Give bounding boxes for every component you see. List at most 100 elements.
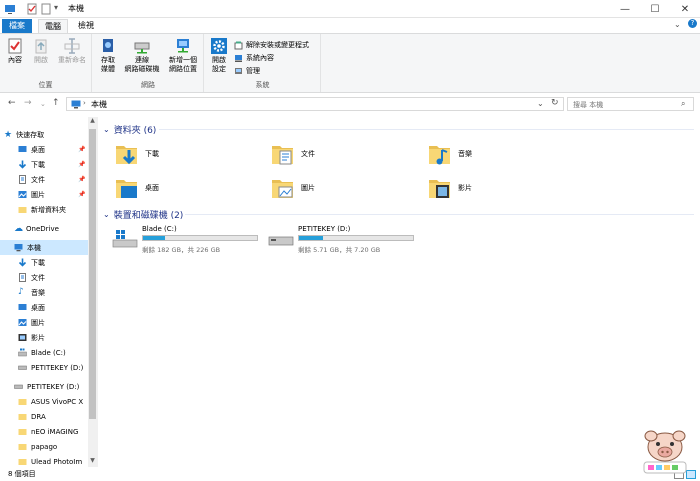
- nav-folder-dra[interactable]: DRA: [18, 409, 88, 424]
- drive-c-info: 剩餘 182 GB，共 226 GB: [142, 246, 221, 254]
- system-properties-button[interactable]: 系統內容: [234, 53, 274, 63]
- collapse-chevron-icon[interactable]: ⌄: [103, 125, 110, 134]
- drive-c-usage-fill: [143, 236, 165, 240]
- nav-item-pictures[interactable]: 圖片 📌: [18, 187, 88, 202]
- navigation-bar: ← → ⌄ ↑ › 本機 ⌄ ↻ 搜尋 本機 ⌕: [0, 93, 700, 115]
- group-label-network: 網路: [141, 81, 155, 89]
- nav-item-downloads[interactable]: 下載 📌: [18, 157, 88, 172]
- add-network-location-button[interactable]: 新增一個 網路位置: [165, 37, 201, 74]
- drive-d-name: PETITEKEY (D:): [298, 225, 351, 233]
- folder-icon: [18, 429, 27, 435]
- tab-view[interactable]: 檢視: [72, 19, 100, 33]
- nav-item-desktop[interactable]: 桌面 📌: [18, 142, 88, 157]
- cloud-icon: ☁: [14, 223, 23, 234]
- window-title: 本機: [68, 4, 84, 13]
- drive-d-usage-bar: [298, 235, 414, 241]
- nav-onedrive[interactable]: ☁ OneDrive: [14, 221, 88, 236]
- folder-tile-videos[interactable]: 影片: [428, 174, 578, 206]
- nav-item-new-folder[interactable]: 新增資料夾: [18, 202, 88, 217]
- search-icon: ⌕: [681, 99, 686, 108]
- scroll-down-arrow-icon[interactable]: ▼: [88, 457, 97, 467]
- folder-tile-music[interactable]: 音樂: [428, 140, 578, 172]
- open-button[interactable]: 開啟: [30, 37, 52, 65]
- manage-icon: [235, 67, 242, 74]
- nav-item-documents-pc[interactable]: 文件: [18, 270, 88, 285]
- maximize-button[interactable]: ☐: [640, 0, 670, 18]
- nav-item-drive-c[interactable]: Blade (C:): [18, 345, 88, 360]
- breadcrumb-this-pc[interactable]: 本機: [91, 99, 107, 110]
- nav-item-drive-d[interactable]: PETITEKEY (D:): [18, 360, 88, 375]
- nav-item-downloads-pc[interactable]: 下載: [18, 255, 88, 270]
- group-label-system: 系統: [255, 81, 270, 89]
- ribbon-tab-bar: 檔案 電腦 檢視 ⌄ ?: [0, 18, 700, 33]
- folder-icon: [18, 399, 27, 405]
- this-pc-icon[interactable]: [4, 3, 16, 15]
- search-input[interactable]: 搜尋 本機 ⌕: [567, 97, 694, 111]
- address-dropdown-icon[interactable]: ⌄: [537, 99, 544, 108]
- nav-folder-neo-imaging[interactable]: nEO iMAGING: [18, 424, 88, 439]
- uninstall-programs-button[interactable]: 解除安裝或變更程式: [234, 40, 309, 50]
- rename-button[interactable]: 重新命名: [54, 37, 90, 65]
- pin-icon: 📌: [78, 146, 86, 153]
- tab-computer[interactable]: 電腦: [38, 19, 68, 33]
- collapse-ribbon-icon[interactable]: ⌄: [674, 20, 681, 29]
- nav-petitekey[interactable]: PETITEKEY (D:): [14, 379, 88, 394]
- collapse-chevron-icon[interactable]: ⌄: [103, 210, 110, 219]
- back-arrow-icon[interactable]: ←: [8, 98, 16, 108]
- drives-group-header[interactable]: ⌄ 裝置和磁碟機 (2): [103, 208, 183, 221]
- manage-button[interactable]: 管理: [234, 66, 260, 76]
- access-media-button[interactable]: 存取 媒體: [95, 37, 121, 74]
- map-network-drive-button[interactable]: 連線 網路磁碟機: [121, 37, 163, 74]
- pictures-folder-icon: [272, 180, 293, 198]
- nav-quick-access[interactable]: ★ 快速存取: [4, 127, 92, 142]
- drive-c-usage-bar: [142, 235, 258, 241]
- windows-drive-icon: [18, 348, 27, 357]
- scroll-up-arrow-icon[interactable]: ▲: [88, 117, 97, 127]
- group-label-location: 位置: [38, 81, 53, 89]
- drive-tile-d[interactable]: PETITEKEY (D:) 剩餘 5.71 GB，共 7.20 GB: [268, 225, 418, 257]
- usb-drive-icon: [14, 384, 23, 389]
- pin-icon: 📌: [78, 176, 86, 183]
- nav-scrollbar-thumb[interactable]: [89, 129, 96, 419]
- nav-item-documents[interactable]: 文件 📌: [18, 172, 88, 187]
- nav-item-music[interactable]: ♪ 音樂: [18, 285, 88, 300]
- open-settings-button[interactable]: 開啟 設定: [207, 37, 231, 74]
- search-placeholder: 搜尋 本機: [573, 101, 604, 109]
- pictures-icon: [18, 319, 27, 326]
- properties-quick-icon[interactable]: [26, 3, 38, 15]
- nav-item-desktop-pc[interactable]: 桌面: [18, 300, 88, 315]
- nav-this-pc[interactable]: 本機: [0, 240, 88, 255]
- breadcrumb-separator-icon[interactable]: ›: [83, 99, 86, 107]
- nav-folder-asus[interactable]: ASUS VivoPC X: [18, 394, 88, 409]
- ribbon-group-system: 開啟 設定 解除安裝或變更程式 系統內容 管理 系統: [205, 34, 321, 92]
- title-bar: ▾ 本機 — ☐ ✕: [0, 0, 700, 18]
- address-bar[interactable]: › 本機 ⌄ ↻: [66, 97, 564, 111]
- customize-toolbar-icon[interactable]: ▾: [54, 3, 58, 12]
- nav-item-pictures-pc[interactable]: 圖片: [18, 315, 88, 330]
- desktop-icon: [18, 304, 27, 310]
- forward-arrow-icon[interactable]: →: [24, 98, 32, 108]
- new-folder-quick-icon[interactable]: [40, 3, 52, 15]
- nav-scrollbar[interactable]: ▲ ▼: [88, 117, 97, 467]
- close-button[interactable]: ✕: [670, 0, 700, 18]
- tab-file[interactable]: 檔案: [2, 19, 32, 33]
- properties-button[interactable]: 內容: [4, 37, 26, 65]
- minimize-button[interactable]: —: [610, 0, 640, 18]
- folder-tile-pictures[interactable]: 圖片: [271, 174, 421, 206]
- status-bar: 8 個項目: [0, 467, 700, 481]
- folder-tile-desktop[interactable]: 桌面: [115, 174, 265, 206]
- folder-tile-documents[interactable]: 文件: [271, 140, 421, 172]
- pig-mascot-watermark: [643, 430, 687, 474]
- nav-item-videos[interactable]: 影片: [18, 330, 88, 345]
- folder-tile-downloads[interactable]: 下載: [115, 140, 265, 172]
- refresh-icon[interactable]: ↻: [551, 98, 559, 108]
- help-icon[interactable]: ?: [688, 19, 697, 28]
- usb-drive-icon: [268, 236, 294, 246]
- folder-icon: [18, 444, 27, 450]
- drive-tile-c[interactable]: Blade (C:) 剩餘 182 GB，共 226 GB: [112, 225, 262, 257]
- up-arrow-icon[interactable]: ↑: [52, 98, 60, 108]
- folders-group-header[interactable]: ⌄ 資料夾 (6): [103, 123, 156, 136]
- ribbon-group-network: 存取 媒體 連線 網路磁碟機 新增一個 網路位置 網路: [93, 34, 204, 92]
- recent-locations-chevron-icon[interactable]: ⌄: [40, 100, 46, 108]
- nav-folder-papago[interactable]: papago: [18, 439, 88, 454]
